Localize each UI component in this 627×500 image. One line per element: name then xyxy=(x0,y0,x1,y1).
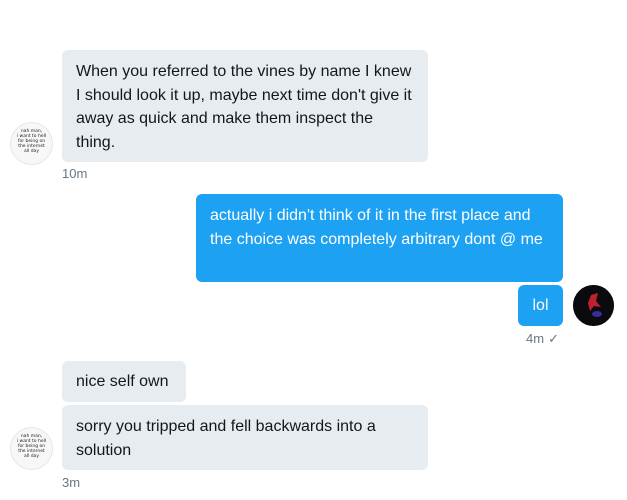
timestamp: 10m xyxy=(62,166,88,181)
message-text: When you referred to the vines by name I… xyxy=(76,63,412,151)
timestamp: 4m xyxy=(526,331,545,346)
avatar-image-icon xyxy=(573,285,614,326)
avatar[interactable]: nah man, i want to hell for being on the… xyxy=(10,427,53,470)
message-bubble-incoming[interactable]: sorry you tripped and fell backwards int… xyxy=(62,405,428,470)
message-text: nice self own xyxy=(76,373,169,390)
avatar[interactable] xyxy=(573,285,614,326)
avatar-image-icon: nah man, i want to hell for being on the… xyxy=(11,123,52,164)
timestamp: 3m xyxy=(62,475,81,490)
avatar-image-icon: nah man, i want to hell for being on the… xyxy=(11,428,52,469)
svg-text:all day: all day xyxy=(24,453,39,459)
message-bubble-incoming[interactable]: When you referred to the vines by name I… xyxy=(62,50,428,162)
message-text: sorry you tripped and fell backwards int… xyxy=(76,418,376,459)
checkmark-icon: ✓ xyxy=(548,331,559,346)
message-text: lol xyxy=(532,297,549,314)
message-text: actually i didn't think of it in the fir… xyxy=(210,207,543,248)
message-bubble-incoming[interactable]: nice self own xyxy=(62,361,186,402)
timestamp-with-read-receipt: 4m ✓ xyxy=(526,331,559,347)
message-bubble-outgoing[interactable]: lol xyxy=(518,285,563,326)
avatar[interactable]: nah man, i want to hell for being on the… xyxy=(10,122,53,165)
svg-text:all day: all day xyxy=(24,148,39,154)
message-bubble-outgoing[interactable]: actually i didn't think of it in the fir… xyxy=(196,194,563,282)
